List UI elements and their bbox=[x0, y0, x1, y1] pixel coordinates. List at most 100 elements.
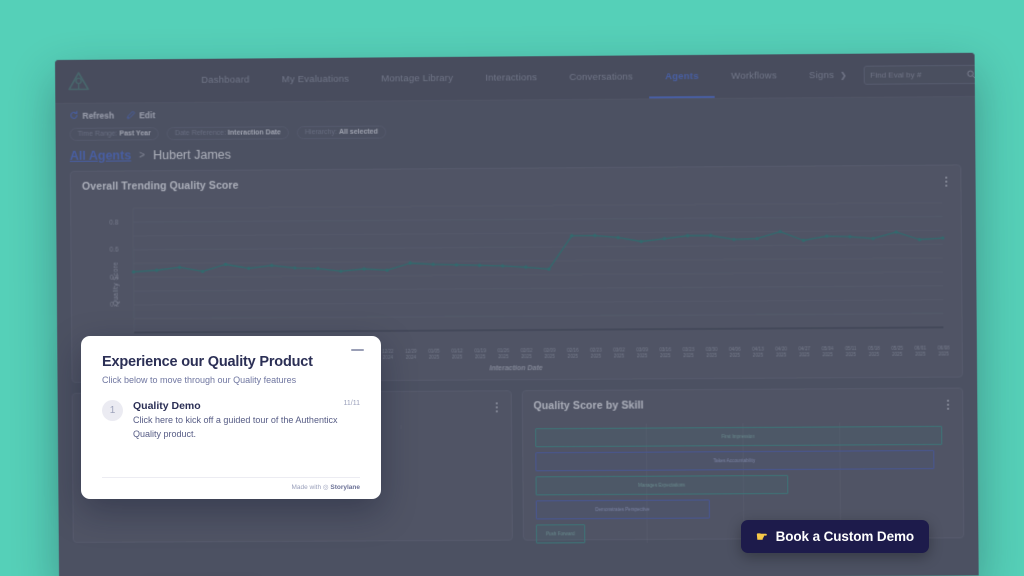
nav-label: Conversations bbox=[569, 71, 633, 84]
footer-brand: Storylane bbox=[330, 484, 360, 491]
nav-item-dashboard[interactable]: Dashboard bbox=[185, 58, 266, 102]
skill-bar[interactable]: First Impression bbox=[534, 425, 943, 448]
nav-label: Montage Library bbox=[381, 72, 454, 85]
x-axis-tick: 04/20 2025 bbox=[775, 346, 787, 358]
edit-label: Edit bbox=[139, 109, 156, 120]
x-axis-tick: 03/09 2025 bbox=[636, 346, 648, 359]
x-axis-tick: 05/25 2025 bbox=[891, 345, 903, 357]
pencil-icon bbox=[126, 110, 135, 119]
kebab-menu-icon[interactable] bbox=[493, 400, 499, 414]
chip-value: Interaction Date bbox=[227, 129, 281, 137]
storylane-logo-icon: ◎ bbox=[322, 484, 329, 491]
x-axis-tick: 03/16 2025 bbox=[659, 346, 672, 359]
bar-row: First Impression bbox=[534, 425, 951, 448]
storylane-subtitle: Click below to move through our Quality … bbox=[102, 375, 297, 385]
nav-item-signs[interactable]: Signs ❯ bbox=[793, 54, 864, 98]
storylane-title: Experience our Quality Product bbox=[102, 354, 313, 370]
bar-row: Manages Expectations bbox=[535, 474, 951, 496]
nav-right-cluster: Find Eval by # Upload bbox=[863, 63, 979, 85]
chevron-right-icon: ❯ bbox=[840, 70, 848, 80]
card-title: Overall Trending Quality Score bbox=[81, 179, 239, 193]
x-axis-tick: 05/04 2025 bbox=[821, 345, 834, 358]
chip-key: Date Reference: bbox=[174, 129, 226, 138]
nav-item-agents[interactable]: Agents bbox=[649, 55, 715, 99]
x-axis-tick: 05/11 2025 bbox=[845, 345, 857, 357]
x-axis-tick: 01/12 2025 bbox=[451, 348, 463, 360]
nav-label: Agents bbox=[665, 71, 699, 83]
x-axis-tick: 03/23 2025 bbox=[682, 346, 695, 358]
storylane-footer: Made with ◎ Storylane bbox=[102, 477, 360, 491]
quality-score-by-skill-card: Quality Score by Skill First Impression T… bbox=[521, 387, 965, 544]
skill-bar[interactable]: Manages Expectations bbox=[535, 474, 789, 496]
skill-bar[interactable]: Takes Accountability bbox=[534, 450, 934, 472]
x-axis-tick: 05/18 2025 bbox=[868, 345, 880, 357]
book-custom-demo-button[interactable]: ☛ Book a Custom Demo bbox=[741, 520, 930, 553]
x-axis-tick: 01/19 2025 bbox=[474, 347, 486, 360]
x-axis-tick: 03/02 2025 bbox=[613, 347, 625, 359]
nav-label: Interactions bbox=[485, 72, 538, 84]
card-header: Quality Score by Skill bbox=[522, 389, 962, 415]
nav-item-workflows[interactable]: Workflows bbox=[715, 54, 793, 98]
refresh-icon bbox=[70, 110, 78, 119]
bar-row: Demonstrates Perspective bbox=[535, 498, 951, 520]
bar-row: Takes Accountability bbox=[534, 450, 951, 472]
edit-button[interactable]: Edit bbox=[126, 110, 155, 120]
filter-chip-time-range[interactable]: Time Range: Past Year bbox=[69, 127, 159, 141]
skill-bar[interactable]: Push Forward bbox=[535, 524, 586, 544]
skill-bar-label: Manages Expectations bbox=[638, 482, 686, 488]
refresh-label: Refresh bbox=[82, 110, 115, 121]
kebab-menu-icon[interactable] bbox=[943, 175, 949, 189]
skill-bar-label: First Impression bbox=[721, 433, 755, 439]
breadcrumb-all-agents[interactable]: All Agents bbox=[70, 148, 131, 162]
x-axis-tick: 02/16 2025 bbox=[566, 347, 579, 359]
storylane-step[interactable]: 1 11/11 Quality Demo Click here to kick … bbox=[102, 400, 360, 441]
search-input[interactable]: Find Eval by # bbox=[863, 64, 979, 85]
footer-prefix: Made with bbox=[291, 484, 322, 491]
x-axis-tick: 03/30 2025 bbox=[705, 346, 718, 358]
nav-item-my-evaluations[interactable]: My Evaluations bbox=[266, 58, 366, 102]
refresh-button[interactable]: Refresh bbox=[69, 110, 114, 120]
nav-item-interactions[interactable]: Interactions bbox=[469, 56, 553, 100]
filter-chip-hierarchy[interactable]: Hierarchy: All selected bbox=[296, 125, 387, 140]
nav-label: Workflows bbox=[730, 70, 777, 82]
skill-bar-label: Push Forward bbox=[545, 530, 575, 537]
nav-label: Dashboard bbox=[201, 74, 250, 86]
page-backdrop: Dashboard My Evaluations Montage Library… bbox=[0, 0, 1024, 576]
x-axis-tick: 02/23 2025 bbox=[590, 347, 602, 359]
x-axis-tick: 02/02 2025 bbox=[520, 347, 533, 359]
x-axis-tick: 02/09 2025 bbox=[543, 347, 556, 359]
search-placeholder: Find Eval by # bbox=[870, 70, 922, 80]
card-title: Quality Score by Skill bbox=[533, 399, 644, 413]
step-counter: 11/11 bbox=[343, 400, 360, 407]
skill-bar[interactable]: Demonstrates Perspective bbox=[535, 499, 710, 520]
top-navigation-bar: Dashboard My Evaluations Montage Library… bbox=[55, 52, 979, 104]
x-axis-tick: 04/06 2025 bbox=[728, 346, 741, 358]
x-axis-tick: 04/13 2025 bbox=[752, 346, 764, 358]
breadcrumb-separator: > bbox=[139, 149, 146, 161]
filter-chip-date-reference[interactable]: Date Reference: Interaction Date bbox=[166, 126, 289, 141]
nav-label: Signs bbox=[809, 69, 835, 82]
step-number-badge: 1 bbox=[102, 400, 123, 421]
nav-items: Dashboard My Evaluations Montage Library… bbox=[185, 54, 863, 102]
storylane-tour-modal: Experience our Quality Product Click bel… bbox=[81, 336, 381, 499]
authenticx-triangle-logo[interactable] bbox=[67, 68, 90, 95]
nav-item-conversations[interactable]: Conversations bbox=[553, 55, 649, 99]
chip-key: Hierarchy: bbox=[304, 128, 337, 137]
x-axis-tick: 06/01 2025 bbox=[914, 345, 927, 357]
book-demo-label: Book a Custom Demo bbox=[775, 529, 915, 544]
kebab-menu-icon[interactable] bbox=[945, 398, 951, 412]
x-axis-tick: 04/27 2025 bbox=[798, 345, 811, 358]
chip-value: Past Year bbox=[119, 130, 151, 138]
nav-item-montage-library[interactable]: Montage Library bbox=[365, 57, 469, 101]
page-title: Hubert James bbox=[152, 147, 231, 163]
minimize-icon[interactable] bbox=[351, 349, 364, 351]
chip-key: Time Range: bbox=[77, 130, 118, 138]
x-axis-tick: 12/29 2024 bbox=[405, 348, 417, 360]
skill-bar-label: Takes Accountability bbox=[713, 457, 756, 463]
x-axis-tick: 12/22 2024 bbox=[381, 348, 394, 360]
pointing-hand-icon: ☛ bbox=[756, 528, 768, 544]
x-axis-tick: 06/08 2025 bbox=[937, 345, 950, 357]
step-description: Click here to kick off a guided tour of … bbox=[133, 415, 338, 439]
chip-value: All selected bbox=[338, 128, 378, 136]
step-title: Quality Demo bbox=[133, 400, 201, 412]
